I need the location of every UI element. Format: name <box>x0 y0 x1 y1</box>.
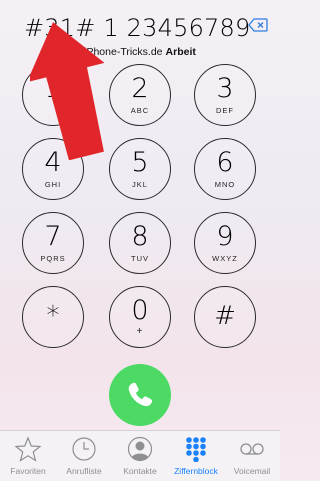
key-letters: PQRS <box>40 254 66 263</box>
delete-button[interactable] <box>248 18 268 34</box>
key-digit: 5 <box>131 147 149 178</box>
tab-ziffernblock[interactable]: Ziffernblock <box>168 431 224 481</box>
key-0[interactable]: 0 + <box>109 286 171 348</box>
key-letters: MNO <box>214 180 236 189</box>
key-letters: GHI <box>44 180 62 189</box>
phone-icon <box>128 382 153 407</box>
tab-label: Anrufliste <box>66 466 102 476</box>
key-7[interactable]: 7 PQRS <box>22 212 84 274</box>
caller-info: iPhone-Tricks.de Arbeit <box>0 46 280 58</box>
key-1[interactable]: 1 <box>22 64 84 126</box>
tab-anrufliste[interactable]: Anrufliste <box>56 431 112 481</box>
person-icon <box>127 436 153 462</box>
keypad-icon <box>186 437 206 462</box>
key-4[interactable]: 4 GHI <box>22 138 84 200</box>
backspace-icon <box>248 18 268 32</box>
key-digit: * <box>46 301 60 331</box>
key-digit: 0 <box>131 295 149 326</box>
tab-voicemail[interactable]: Voicemail <box>224 431 280 481</box>
tab-bar: Favoriten Anrufliste Kontakte Ziffernblo… <box>0 430 280 481</box>
key-letters: DEF <box>216 106 234 115</box>
key-digit: 4 <box>44 147 62 178</box>
number-display: #31# 1 23456789 iPhone-Tricks.de Arbeit <box>0 6 280 60</box>
tab-label: Ziffernblock <box>174 466 218 476</box>
dialed-number: #31# 1 23456789 <box>24 14 251 42</box>
call-button[interactable] <box>109 364 171 426</box>
key-9[interactable]: 9 WXYZ <box>194 212 256 274</box>
key-5[interactable]: 5 JKL <box>109 138 171 200</box>
key-digit: 2 <box>131 73 149 104</box>
voicemail-icon <box>240 443 264 455</box>
caller-tag: Arbeit <box>165 46 196 58</box>
key-digit: 8 <box>131 221 149 252</box>
tab-label: Favoriten <box>10 466 46 476</box>
key-8[interactable]: 8 TUV <box>109 212 171 274</box>
key-2[interactable]: 2 ABC <box>109 64 171 126</box>
key-digit: 1 <box>44 73 62 104</box>
tab-favoriten[interactable]: Favoriten <box>0 431 56 481</box>
key-letters: WXYZ <box>212 254 238 263</box>
key-digit: 6 <box>216 147 234 178</box>
key-digit: 9 <box>216 221 234 252</box>
key-letters: + <box>136 326 144 337</box>
key-6[interactable]: 6 MNO <box>194 138 256 200</box>
key-letters: TUV <box>131 254 149 263</box>
key-digit: 3 <box>216 73 234 104</box>
key-hash[interactable]: # <box>194 286 256 348</box>
tab-label: Kontakte <box>123 466 157 476</box>
clock-icon <box>72 437 96 461</box>
key-star[interactable]: * <box>22 286 84 348</box>
key-letters: JKL <box>132 180 148 189</box>
star-icon <box>14 436 42 462</box>
key-3[interactable]: 3 DEF <box>194 64 256 126</box>
caller-name: iPhone-Tricks.de <box>84 46 163 58</box>
key-letters: ABC <box>130 106 150 115</box>
tab-kontakte[interactable]: Kontakte <box>112 431 168 481</box>
tab-label: Voicemail <box>233 466 271 476</box>
key-digit: 7 <box>44 221 62 252</box>
key-digit: # <box>214 301 236 331</box>
